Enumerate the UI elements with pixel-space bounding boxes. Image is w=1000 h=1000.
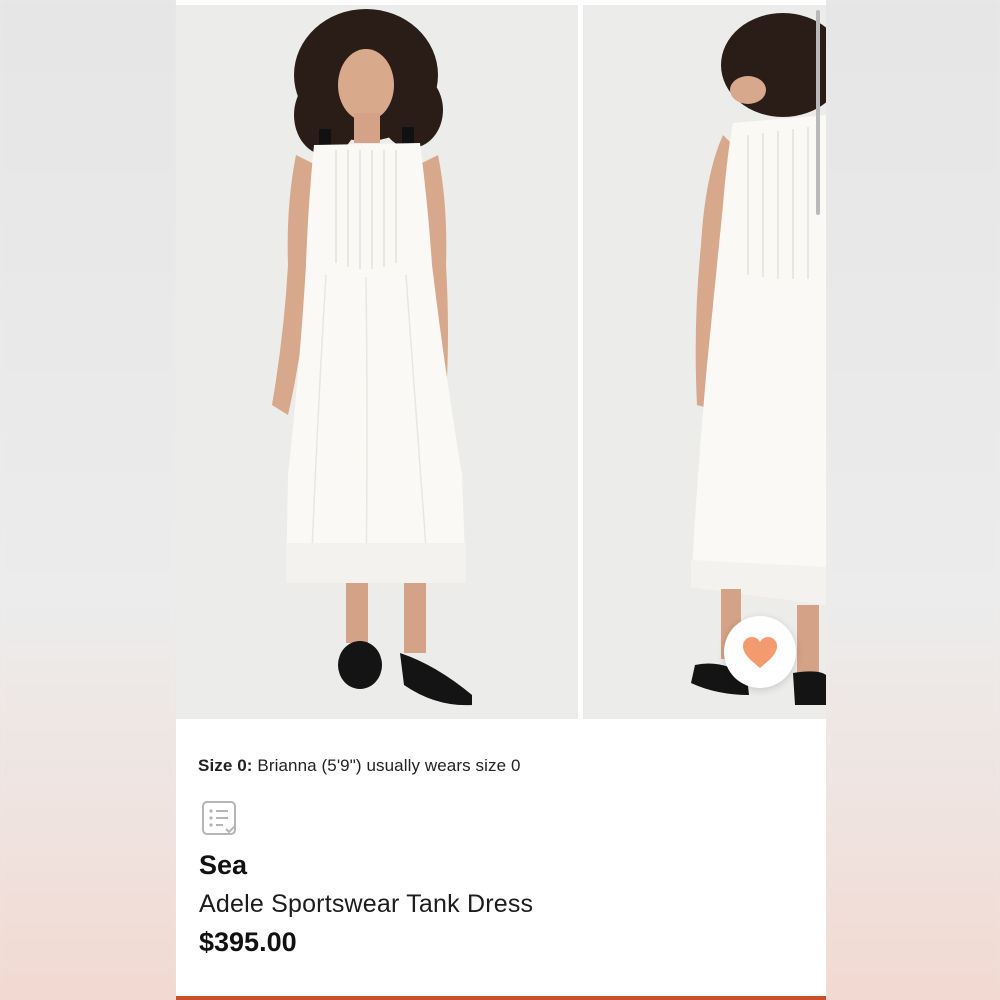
size-guide-list-icon[interactable] [201,800,239,838]
background-blur-left [0,0,176,1000]
size-text: Brianna (5'9") usually wears size 0 [252,756,521,775]
gallery-scrollbar[interactable] [816,10,820,215]
background-blur-right [825,0,1000,1000]
product-title: Adele Sportswear Tank Dress [199,890,534,918]
product-photo-back[interactable] [583,5,826,719]
heart-icon [743,637,777,668]
product-photo-front[interactable] [176,5,578,719]
size-label: Size 0: [198,756,253,775]
product-price: $395.00 [199,927,297,957]
favorite-button[interactable] [724,616,796,688]
brand-name[interactable]: Sea [199,850,247,881]
product-info: Size 0: Brianna (5'9") usually wears siz… [176,720,826,1000]
model-size-note: Size 0: Brianna (5'9") usually wears siz… [198,756,521,776]
accent-bar [176,996,826,1000]
image-gallery[interactable] [176,0,826,720]
product-card: Size 0: Brianna (5'9") usually wears siz… [176,0,826,1000]
